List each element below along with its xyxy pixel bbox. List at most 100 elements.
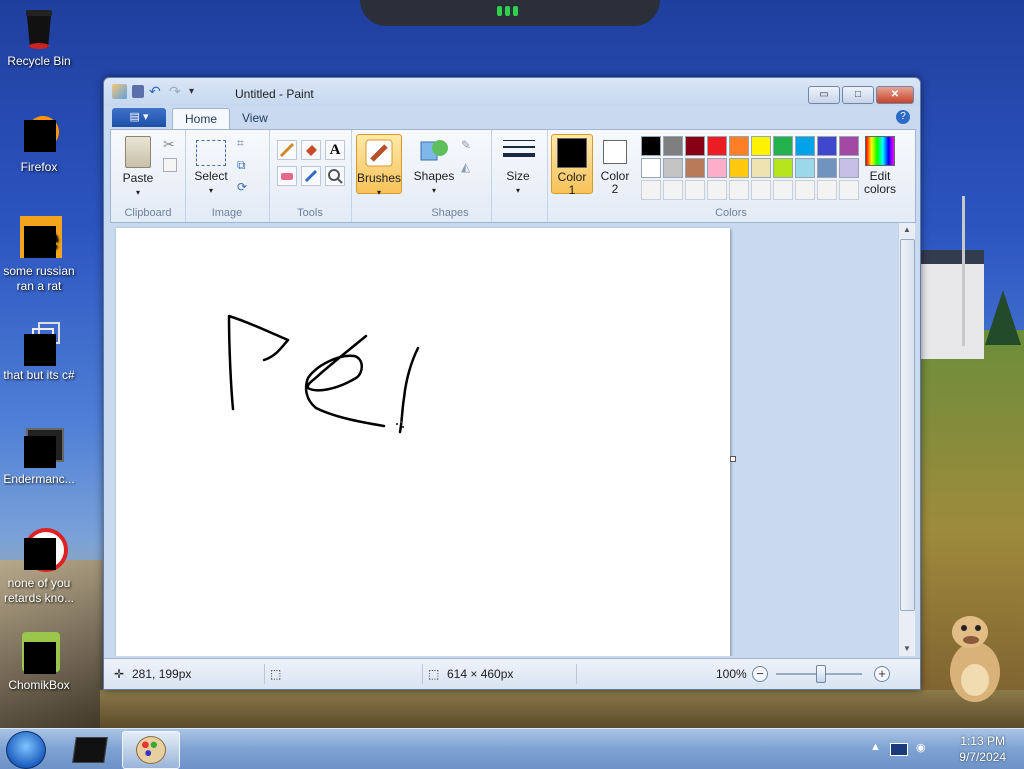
size-button[interactable]: Size ▾ [497, 136, 539, 197]
volume-icon[interactable]: ◉ [916, 741, 926, 754]
rotate-icon[interactable]: ⟳ [237, 180, 255, 198]
window-title: Untitled - Paint [235, 87, 314, 101]
crop-icon[interactable]: ⌗ [237, 136, 255, 154]
palette-color-swatch[interactable] [795, 158, 815, 178]
group-tools: A Tools [269, 130, 352, 222]
desktop-icon-firefox[interactable]: Firefox [0, 112, 85, 175]
taskbar-app-paint[interactable] [122, 731, 180, 769]
resize-icon[interactable]: ⧉ [237, 158, 255, 176]
palette-color-swatch[interactable] [817, 158, 837, 178]
palette-color-swatch[interactable] [773, 158, 793, 178]
pencil-icon[interactable] [277, 140, 297, 160]
tab-view[interactable]: View [230, 108, 280, 129]
scrollbar-thumb[interactable] [900, 239, 915, 611]
palette-color-swatch[interactable] [751, 136, 771, 156]
palette-color-swatch[interactable] [641, 136, 661, 156]
zoom-level: 100% [716, 667, 747, 681]
palette-color-swatch[interactable] [729, 136, 749, 156]
palette-color-swatch[interactable] [795, 136, 815, 156]
copy-icon[interactable] [163, 158, 177, 172]
custom-color-slot[interactable] [817, 180, 837, 200]
vertical-scrollbar[interactable]: ▲ ▼ [898, 223, 915, 656]
paste-button[interactable]: Paste ▾ [119, 136, 157, 199]
paint-app-icon[interactable] [112, 84, 127, 99]
palette-color-swatch[interactable] [663, 158, 683, 178]
group-clipboard: Paste ▾ ✂ Clipboard [111, 130, 186, 222]
chomikbox-icon [16, 630, 62, 676]
canvas-resize-handle[interactable] [730, 456, 736, 462]
custom-color-slot[interactable] [773, 180, 793, 200]
title-bar[interactable]: ↶ ↷ ▾ Untitled - Paint ▭ □ ✕ [104, 78, 920, 106]
scroll-up-icon[interactable]: ▲ [899, 223, 915, 237]
custom-color-slot[interactable] [795, 180, 815, 200]
taskbar-app-cmd[interactable] [62, 731, 118, 767]
text-icon[interactable]: A [325, 140, 345, 160]
zoom-in-button[interactable]: + [874, 666, 890, 682]
undo-icon[interactable]: ↶ [149, 84, 164, 99]
palette-color-swatch[interactable] [685, 158, 705, 178]
desktop-icon-endermanch[interactable]: Endermanc... [0, 424, 85, 487]
custom-color-slot[interactable] [751, 180, 771, 200]
custom-color-slot[interactable] [707, 180, 727, 200]
palette-color-swatch[interactable] [685, 136, 705, 156]
palette-color-swatch[interactable] [773, 136, 793, 156]
palette-color-swatch[interactable] [817, 136, 837, 156]
custom-color-slot[interactable] [729, 180, 749, 200]
cut-icon[interactable]: ✂ [163, 136, 181, 154]
color2-button[interactable]: Color 2 [595, 134, 635, 196]
palette-color-swatch[interactable] [641, 158, 661, 178]
desktop-icon-label: Recycle Bin [7, 54, 71, 68]
size-lines-icon [503, 136, 535, 166]
shape-fill-icon[interactable]: ◭ [461, 160, 479, 178]
brush-icon [364, 138, 394, 168]
firefox-icon [16, 112, 62, 158]
scroll-down-icon[interactable]: ▼ [899, 642, 915, 656]
select-button[interactable]: Select ▾ [193, 140, 229, 197]
drawing-canvas[interactable] [116, 228, 736, 656]
outline-icon[interactable]: ✎ [461, 138, 479, 156]
shapes-button[interactable]: Shapes ▾ [413, 136, 455, 197]
minimize-button[interactable]: ▭ [808, 86, 840, 104]
fill-icon[interactable] [301, 140, 321, 160]
palette-color-swatch[interactable] [839, 158, 859, 178]
zoom-slider-thumb[interactable] [816, 665, 826, 683]
redo-icon[interactable]: ↷ [169, 84, 184, 99]
customize-qat-icon[interactable]: ▾ [189, 84, 204, 99]
show-hidden-icons[interactable]: ▲ [870, 741, 881, 753]
close-button[interactable]: ✕ [876, 86, 914, 104]
desktop-icon-none-of-you[interactable]: none of you retards kno... [0, 528, 85, 606]
desktop-icon-recycle-bin[interactable]: Recycle Bin [0, 6, 85, 69]
color1-button[interactable]: Color 1 [551, 134, 593, 197]
desktop-icon-csharp[interactable]: that but its c# [0, 320, 85, 383]
desktop-icon-chomikbox[interactable]: ChomikBox [0, 630, 85, 693]
canvas-workspace[interactable] [111, 223, 897, 656]
eraser-icon[interactable] [277, 166, 297, 186]
palette-color-swatch[interactable] [729, 158, 749, 178]
custom-color-slot[interactable] [685, 180, 705, 200]
desktop-icon-russian-rat[interactable]: e some russian ran a rat [0, 216, 85, 294]
edit-colors-button[interactable]: Edit colors [857, 136, 903, 196]
status-bar: ✛ 281, 199px ⬚ ⬚ 614 × 460px 100% − + [104, 658, 920, 689]
paint-menu-button[interactable]: ▤ ▾ [112, 108, 166, 127]
custom-color-slot[interactable] [839, 180, 859, 200]
start-button[interactable] [6, 731, 46, 769]
tab-home[interactable]: Home [172, 108, 231, 130]
maximize-button[interactable]: □ [842, 86, 874, 104]
zoom-out-button[interactable]: − [752, 666, 768, 682]
brushes-button[interactable]: Brushes ▾ [356, 134, 402, 197]
palette-color-swatch[interactable] [751, 158, 771, 178]
shapes-label: Shapes [413, 169, 455, 183]
ribbon: Paste ▾ ✂ Clipboard Select ▾ ⌗ ⧉ ⟳ Image A… [110, 129, 916, 223]
color-picker-icon[interactable] [301, 166, 321, 186]
palette-color-swatch[interactable] [663, 136, 683, 156]
help-icon[interactable]: ? [896, 110, 910, 124]
network-icon[interactable] [890, 743, 908, 756]
palette-color-swatch[interactable] [839, 136, 859, 156]
magnifier-icon[interactable] [325, 166, 345, 186]
palette-color-swatch[interactable] [707, 158, 727, 178]
custom-color-slot[interactable] [663, 180, 683, 200]
palette-color-swatch[interactable] [707, 136, 727, 156]
save-icon[interactable] [132, 85, 144, 98]
system-clock[interactable]: 1:13 PM 9/7/2024 [959, 733, 1006, 765]
custom-color-slot[interactable] [641, 180, 661, 200]
